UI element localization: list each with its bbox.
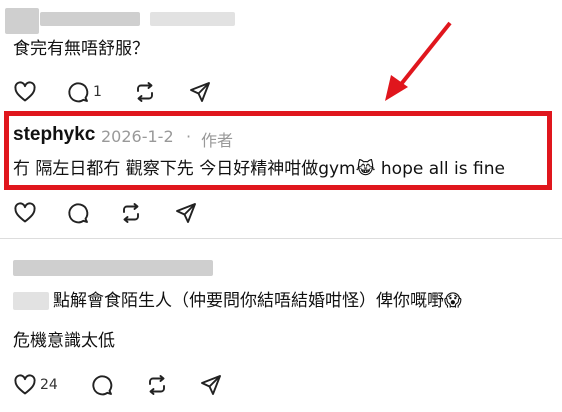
avatar-blurred — [13, 292, 49, 310]
heart-icon[interactable] — [13, 201, 37, 225]
comment-text-main: 點解會食陌生人（仲要問你結唔結婚咁怪）俾你嘅嘢 — [53, 291, 444, 311]
like-count: 24 — [40, 377, 58, 393]
comment-text: 冇 隔左日都冇 觀察下先 今日好精神咁做gym😹 hope all is fin… — [13, 158, 505, 180]
emoji-cat-joy: 😹 — [355, 159, 376, 179]
comment-icon[interactable] — [66, 80, 90, 104]
repost-icon[interactable] — [145, 373, 169, 397]
username[interactable]: stephykc — [13, 124, 95, 146]
repost-icon[interactable] — [133, 80, 157, 104]
username-blurred — [13, 260, 213, 276]
share-icon[interactable] — [188, 80, 212, 104]
comment-icon[interactable] — [66, 201, 90, 225]
meta-separator: · — [186, 127, 192, 146]
heart-icon[interactable] — [13, 373, 37, 397]
emoji-scream: 😱 — [444, 291, 462, 311]
avatar-blurred — [5, 8, 39, 34]
comment-text-main: 冇 隔左日都冇 觀察下先 今日好精神咁做gym — [13, 159, 356, 179]
repost-icon[interactable] — [119, 201, 143, 225]
comment-icon[interactable] — [90, 373, 114, 397]
reply-count: 1 — [93, 84, 102, 100]
comment-text-line2: 危機意識太低 — [13, 331, 115, 351]
share-icon[interactable] — [199, 373, 223, 397]
heart-icon[interactable] — [13, 80, 37, 104]
comment-text-english: hope all is fine — [375, 159, 505, 179]
comment-text: 點解會食陌生人（仲要問你結唔結婚咁怪）俾你嘅嘢😱 — [53, 290, 462, 312]
comment-text: 食完有無唔舒服？ — [13, 39, 149, 59]
share-icon[interactable] — [174, 201, 198, 225]
username-blurred — [40, 12, 140, 26]
author-tag: 作者 — [201, 131, 234, 150]
timestamp: 2026-1-2 — [101, 127, 174, 146]
timestamp-blurred — [150, 12, 235, 26]
annotation-arrow — [385, 21, 452, 101]
divider — [0, 238, 562, 239]
